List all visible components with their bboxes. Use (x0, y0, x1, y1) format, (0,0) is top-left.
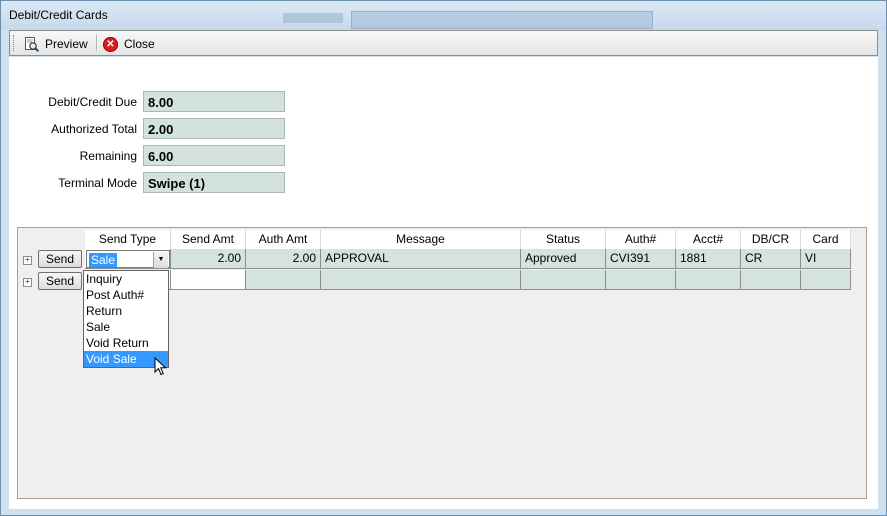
status-cell-row-1[interactable]: Approved (521, 249, 606, 269)
dbcr-cell-row-1[interactable]: CR (741, 249, 801, 269)
chevron-down-icon[interactable]: ▼ (153, 252, 168, 268)
col-send-type[interactable]: Send Type (85, 230, 171, 249)
acct-cell-row-2[interactable] (676, 270, 741, 290)
authorized-total-row: Authorized Total 2.00 (9, 118, 309, 140)
col-auth-number[interactable]: Auth# (606, 230, 676, 249)
acct-cell-row-1[interactable]: 1881 (676, 249, 741, 269)
send-button-row-1[interactable]: Send (38, 250, 82, 268)
debit-credit-due-row: Debit/Credit Due 8.00 (9, 91, 309, 113)
toolbar: Preview ✕ Close (9, 30, 878, 56)
col-acct-number[interactable]: Acct# (676, 230, 741, 249)
status-cell-row-2[interactable] (521, 270, 606, 290)
remaining-label: Remaining (79, 149, 137, 163)
col-db-cr[interactable]: DB/CR (741, 230, 801, 249)
preview-button[interactable]: Preview (24, 34, 88, 54)
debit-credit-due-value: 8.00 (143, 91, 285, 112)
auth-cell-row-1[interactable]: CVI391 (606, 249, 676, 269)
col-send-amt[interactable]: Send Amt (171, 230, 246, 249)
send-amt-cell-row-1[interactable]: 2.00 (171, 249, 246, 269)
send-type-selected: Sale (89, 253, 118, 267)
dropdown-option-post-auth[interactable]: Post Auth# (84, 287, 168, 303)
message-cell-row-2[interactable] (321, 270, 521, 290)
close-label: Close (124, 37, 155, 51)
card-cell-row-2[interactable] (801, 270, 851, 290)
send-type-combo[interactable]: Sale ▼ (86, 250, 170, 268)
title-bar[interactable]: Debit/Credit Cards (1, 1, 886, 30)
auth-amt-cell-row-1[interactable]: 2.00 (246, 249, 321, 269)
toolbar-grip[interactable] (13, 35, 16, 51)
auth-cell-row-2[interactable] (606, 270, 676, 290)
dbcr-cell-row-2[interactable] (741, 270, 801, 290)
terminal-mode-label: Terminal Mode (58, 176, 137, 190)
close-button[interactable]: ✕ Close (103, 34, 155, 54)
col-card[interactable]: Card (801, 230, 851, 249)
dropdown-option-inquiry[interactable]: Inquiry (84, 271, 168, 287)
terminal-mode-value: Swipe (1) (143, 172, 285, 193)
send-amt-cell-row-2[interactable] (171, 270, 246, 290)
authorized-total-label: Authorized Total (51, 122, 137, 136)
expand-row-2-icon[interactable]: + (23, 278, 32, 287)
background-window-label (283, 13, 343, 23)
send-type-dropdown-list: Inquiry Post Auth# Return Sale Void Retu… (83, 270, 169, 368)
auth-amt-cell-row-2[interactable] (246, 270, 321, 290)
authorized-total-value: 2.00 (143, 118, 285, 139)
col-message[interactable]: Message (321, 230, 521, 249)
debit-credit-window: Debit/Credit Cards Preview ✕ Close Debit… (0, 0, 887, 516)
col-auth-amt[interactable]: Auth Amt (246, 230, 321, 249)
col-status[interactable]: Status (521, 230, 606, 249)
expand-row-1-icon[interactable]: + (23, 256, 32, 265)
dropdown-option-return[interactable]: Return (84, 303, 168, 319)
preview-icon (24, 36, 39, 52)
main-content: Debit/Credit Due 8.00 Authorized Total 2… (9, 57, 878, 509)
background-window-field (351, 11, 653, 29)
dropdown-option-void-return[interactable]: Void Return (84, 335, 168, 351)
terminal-mode-row: Terminal Mode Swipe (1) (9, 172, 309, 194)
debit-credit-due-label: Debit/Credit Due (48, 95, 137, 109)
close-icon: ✕ (103, 36, 118, 52)
remaining-row: Remaining 6.00 (9, 145, 309, 167)
toolbar-separator (96, 35, 98, 51)
card-cell-row-1[interactable]: VI (801, 249, 851, 269)
preview-label: Preview (45, 37, 88, 51)
send-button-row-2[interactable]: Send (38, 272, 82, 290)
dropdown-option-sale[interactable]: Sale (84, 319, 168, 335)
remaining-value: 6.00 (143, 145, 285, 166)
send-type-cell-row-1[interactable]: Sale ▼ (85, 249, 171, 269)
mouse-pointer-icon (154, 357, 167, 376)
window-title: Debit/Credit Cards (9, 8, 108, 22)
message-cell-row-1[interactable]: APPROVAL (321, 249, 521, 269)
